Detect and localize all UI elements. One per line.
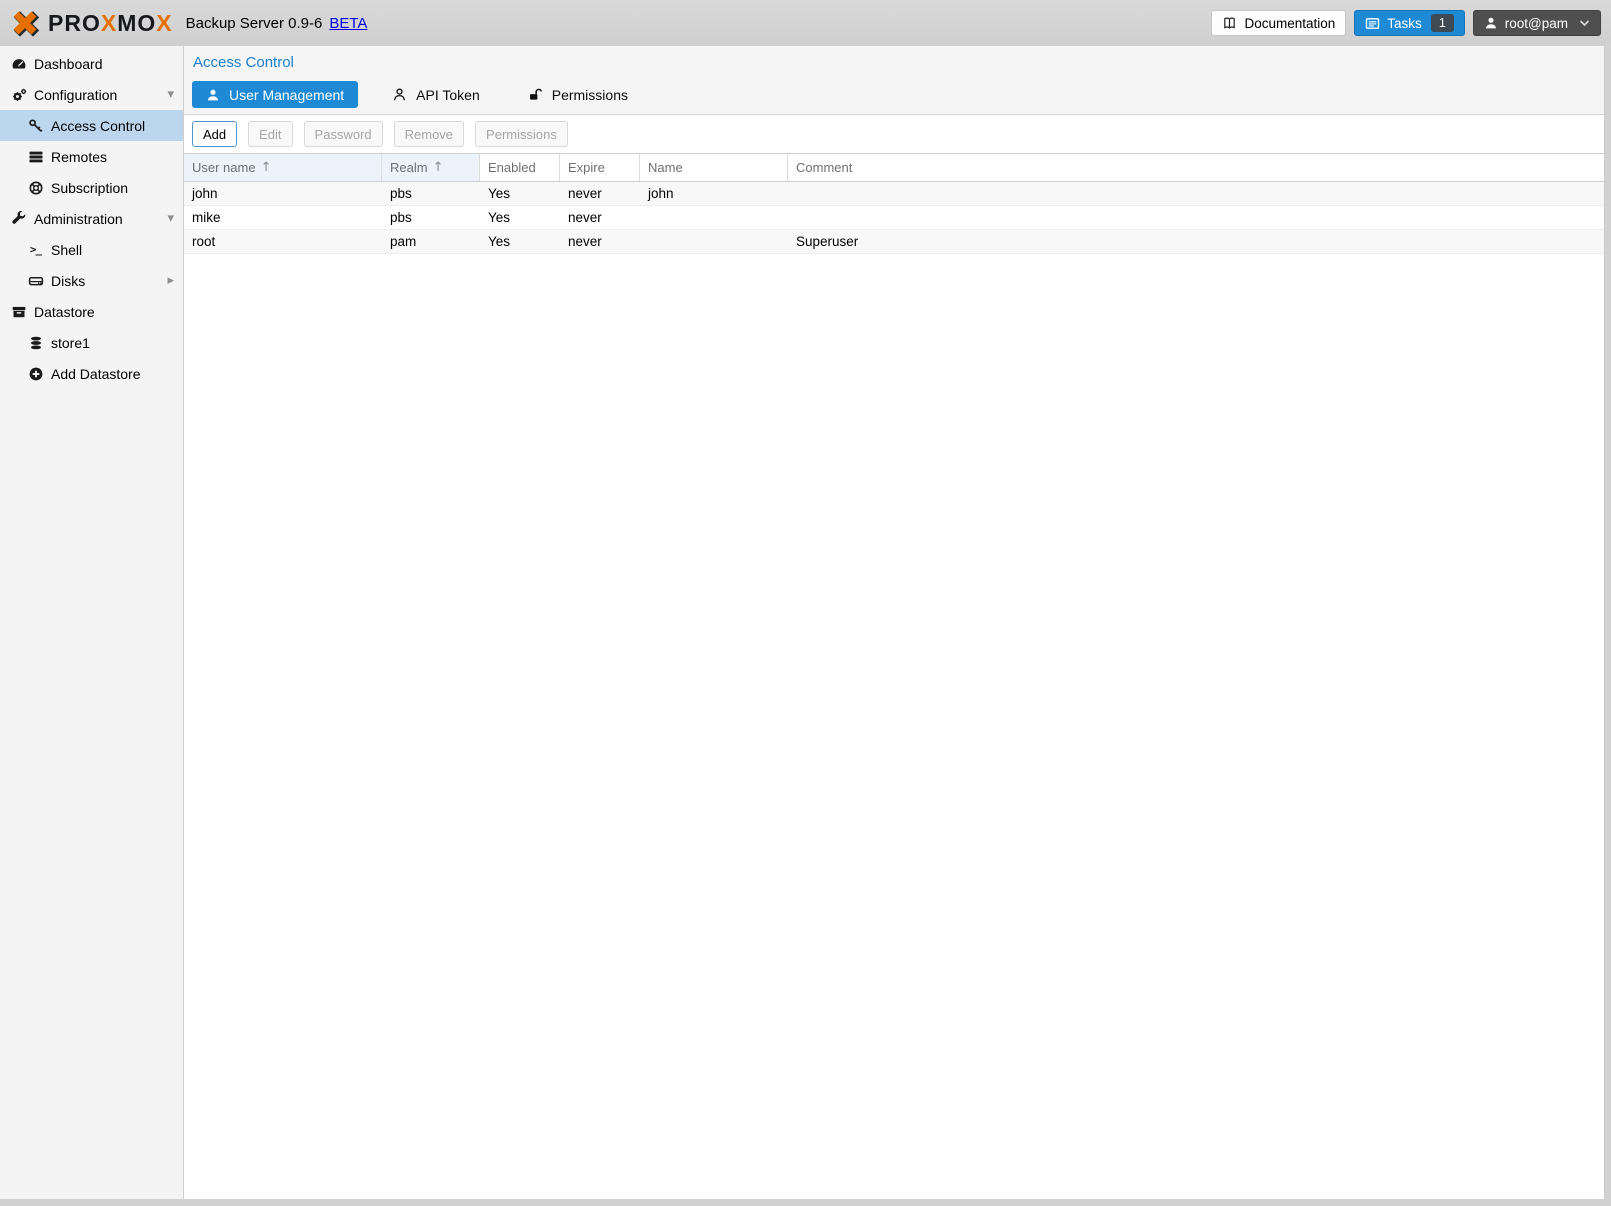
database-icon — [27, 335, 44, 351]
hdd-icon — [27, 273, 44, 289]
sidebar-item-dashboard[interactable]: Dashboard — [0, 48, 183, 79]
column-header-user-name[interactable]: User name ↑ — [184, 154, 382, 181]
column-header-expire[interactable]: Expire — [560, 154, 640, 181]
sidebar-item-shell[interactable]: >_ Shell — [0, 234, 183, 265]
sidebar-item-subscription[interactable]: Subscription — [0, 172, 183, 203]
plus-circle-icon — [27, 366, 44, 382]
main-header: Access Control User Management API Token — [184, 46, 1604, 115]
caret-right-icon[interactable]: ▸ — [167, 273, 174, 288]
tab-permissions[interactable]: Permissions — [514, 81, 642, 108]
sidebar-item-disks[interactable]: Disks ▸ — [0, 265, 183, 296]
main-panel: Access Control User Management API Token — [184, 46, 1605, 1199]
grid-toolbar: Add Edit Password Remove Permissions — [184, 115, 1604, 153]
column-header-enabled[interactable]: Enabled — [480, 154, 560, 181]
server-icon — [27, 149, 44, 165]
column-header-comment[interactable]: Comment — [788, 154, 1604, 181]
column-header-realm[interactable]: Realm ↑ — [382, 154, 480, 181]
task-list-icon — [1365, 16, 1380, 31]
content-area: Dashboard Configuration ▾ Access Control… — [0, 46, 1605, 1199]
life-ring-icon — [27, 180, 44, 196]
table-row[interactable]: john pbs Yes never john — [184, 182, 1604, 206]
table-row[interactable]: mike pbs Yes never — [184, 206, 1604, 230]
add-button[interactable]: Add — [192, 121, 237, 147]
tab-api-token[interactable]: API Token — [378, 81, 494, 108]
gears-icon — [10, 87, 27, 103]
table-row[interactable]: root pam Yes never Superuser — [184, 230, 1604, 254]
remove-button[interactable]: Remove — [394, 121, 464, 147]
sort-asc-icon: ↑ — [261, 160, 272, 175]
proxmox-logo: PROXMOX — [10, 8, 173, 39]
grid-header: User name ↑ Realm ↑ Enabled Expire Name — [184, 154, 1604, 182]
grid-empty-area — [184, 254, 1604, 1199]
tasks-button[interactable]: Tasks 1 — [1354, 10, 1464, 36]
terminal-icon: >_ — [27, 242, 44, 258]
book-icon — [1222, 16, 1237, 31]
tab-bar: User Management API Token Permissions — [192, 81, 1596, 108]
sort-asc-icon: ↑ — [433, 160, 444, 175]
permissions-button[interactable]: Permissions — [475, 121, 568, 147]
sidebar: Dashboard Configuration ▾ Access Control… — [0, 46, 184, 1199]
key-icon — [27, 118, 44, 134]
archive-icon — [10, 304, 27, 320]
chevron-down-icon — [1579, 19, 1590, 27]
user-outline-icon — [392, 87, 407, 102]
gauge-icon — [10, 56, 27, 72]
documentation-button[interactable]: Documentation — [1211, 10, 1346, 36]
column-header-name[interactable]: Name — [640, 154, 788, 181]
user-icon — [1484, 16, 1498, 30]
page-title: Access Control — [193, 54, 1596, 71]
tasks-count-badge: 1 — [1431, 14, 1454, 32]
users-grid: User name ↑ Realm ↑ Enabled Expire Name — [184, 153, 1604, 254]
sidebar-item-remotes[interactable]: Remotes — [0, 141, 183, 172]
caret-down-icon[interactable]: ▾ — [167, 87, 174, 102]
sidebar-item-add-datastore[interactable]: Add Datastore — [0, 358, 183, 389]
beta-link[interactable]: BETA — [329, 15, 367, 32]
topbar-actions: Documentation Tasks 1 root@pam — [1211, 10, 1601, 36]
password-button[interactable]: Password — [304, 121, 383, 147]
user-icon — [206, 88, 220, 102]
tab-user-management[interactable]: User Management — [192, 81, 358, 108]
product-subtitle: Backup Server 0.9-6 — [186, 15, 323, 32]
unlock-icon — [528, 87, 543, 102]
edit-button[interactable]: Edit — [248, 121, 292, 147]
sidebar-item-administration[interactable]: Administration ▾ — [0, 203, 183, 234]
proxmox-logo-icon — [10, 8, 41, 39]
caret-down-icon[interactable]: ▾ — [167, 211, 174, 226]
proxmox-logo-text: PROXMOX — [48, 10, 173, 37]
sidebar-item-access-control[interactable]: Access Control — [0, 110, 183, 141]
sidebar-item-datastore[interactable]: Datastore — [0, 296, 183, 327]
wrench-icon — [10, 211, 27, 227]
topbar: PROXMOX Backup Server 0.9-6 BETA Documen… — [0, 0, 1611, 46]
sidebar-item-store1[interactable]: store1 — [0, 327, 183, 358]
sidebar-item-configuration[interactable]: Configuration ▾ — [0, 79, 183, 110]
user-menu-button[interactable]: root@pam — [1473, 10, 1601, 36]
